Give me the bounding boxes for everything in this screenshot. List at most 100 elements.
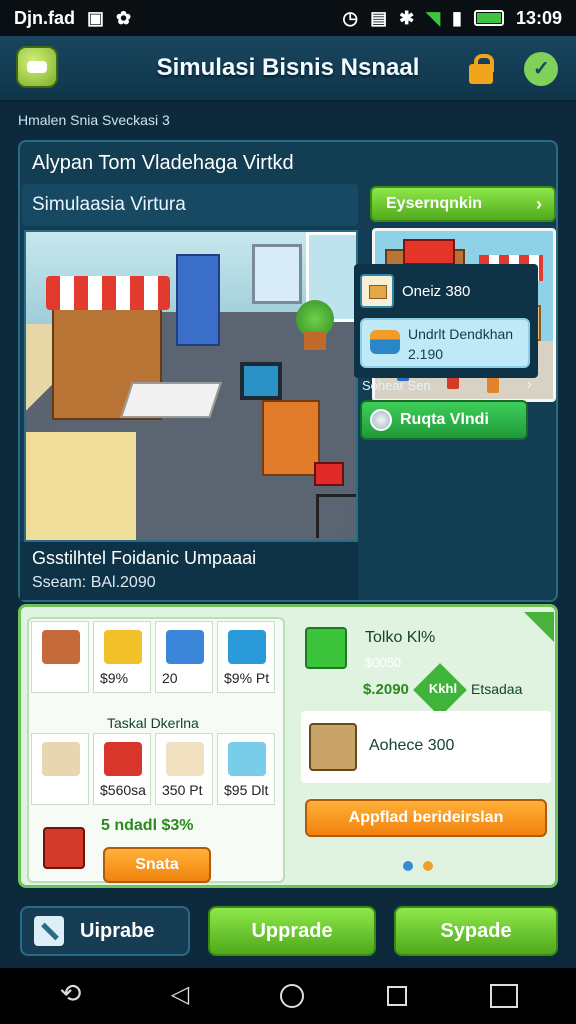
crate-icon [305,627,347,669]
shop-tile[interactable]: 350 Pt [155,733,213,805]
shop-tile[interactable]: 20 [155,621,213,693]
store-scene-image[interactable] [24,230,358,542]
panel-subheading: Simulaasia Virtura [32,194,186,215]
app-logo[interactable] [16,46,58,88]
chevron-right-icon: › [526,376,532,393]
cart-icon [314,462,344,486]
pager-dot[interactable] [423,861,433,871]
cart-box-icon [309,723,357,771]
apply-button[interactable]: Appflad berideirslan [305,799,547,837]
wall-screen [252,244,302,304]
upgrade-button[interactable]: Upprade [208,906,376,956]
shop-building-icon [42,742,80,776]
wifi-icon: ◥ [426,7,441,28]
scene-caption-title: Gsstilhtel Foidanic Umpaaai [32,548,257,568]
offer-old-price: $0050 [365,655,402,670]
scene-caption-sub: Sseam: BAl.2090 [32,574,156,591]
bundle-label: 5 ndadl $3% [101,817,194,834]
upgrade-tools-button[interactable]: Uiprabe [20,906,190,956]
pager-dot-active[interactable] [403,861,413,871]
bundle-buy-button[interactable]: Snata [103,847,211,883]
stat-row: Oneiz 380 [360,272,532,310]
image-icon: ▣ [87,7,105,28]
gear-icon: ✿ [116,7,132,28]
app-header: Simulasi Bisnis Nsnaal [0,36,576,102]
chat-icon[interactable] [524,52,558,86]
corner-tag-icon [524,612,554,642]
stair-rail [316,494,356,538]
shop-tile-label: $9% [100,670,129,686]
shop-tile-label: $560sa [100,782,146,798]
system-nav-bar [0,968,576,1024]
shop-tile-label: $95 Dlt [224,782,269,798]
side-action-label: Ruqta Vlndi [400,411,489,428]
side-action-button[interactable]: Ruqta Vlndi [360,400,528,440]
offer-title: Tolko Kl% [365,629,436,646]
signal-icon: ▮ [452,7,462,28]
upgrade-tools-label: Uiprabe [80,919,155,942]
checkout-counter [120,382,222,418]
shelf-unit [176,254,220,346]
bottom-actions: Uiprabe Upprade Sypade [0,900,576,960]
preview-sign [403,239,455,265]
kiosk [262,400,320,476]
shop-tile[interactable]: $560sa [93,733,151,805]
shop-tile[interactable]: $9% Pt [217,621,275,693]
page-title: Simulasi Bisnis Nsnaal [156,54,420,81]
battery-icon [473,10,504,26]
offer-card[interactable]: Tolko Kl% $0050 $.2090 Kkhl Etsadaa [299,612,554,717]
explore-button[interactable]: Eysernqnkin › [370,186,556,222]
nfc-icon: ▤ [370,7,388,28]
panel-heading: Alypan Tom Vladehaga Virtkd [32,152,294,174]
offer-item[interactable]: Aohece 300 [301,711,551,783]
shop-tile[interactable] [31,621,89,693]
back-icon[interactable] [169,980,197,1010]
stat-card[interactable]: Undrlt Dendkhan 2.190 [360,318,530,368]
stats-panel: Oneiz 380 Undrlt Dendkhan 2.190 [354,264,538,378]
sync-button[interactable]: Sypade [394,906,558,956]
side-link-label: Sohear Sen [362,378,431,393]
shop-grid: $9% 20 $9% Pt Taskal Dkerlna $560sa 350 … [27,617,285,883]
basket-icon [370,330,400,354]
shop-tile-label: $9% Pt [224,670,270,686]
status-left-text: Djn.fad [14,7,75,28]
stat-card-value: 2.190 [408,346,444,362]
stat-value: Oneiz 380 [402,282,471,300]
rotate-icon[interactable] [58,978,86,1010]
produce-cart-icon [104,742,142,776]
shop-tile[interactable]: $9% [93,621,151,693]
breadcrumb: Hmalen Snia Sveckasi 3 [18,112,170,128]
alarm-icon: ◷ [342,7,359,28]
lock-icon[interactable] [464,52,498,86]
scene-sand [26,432,136,540]
wrench-icon [34,916,64,946]
chevron-right-icon: › [536,194,542,214]
vibrate-icon: ✱ [399,7,415,28]
shop-section-title: Taskal Dkerlna [107,715,199,731]
shop-tile[interactable]: $95 Dlt [217,733,275,805]
offer-badge-label: Kkhl [428,681,458,696]
shop-tile-label: 20 [162,670,178,686]
stall-awning [46,276,170,310]
produce-crate-icon [228,630,266,664]
box-icon [360,274,394,308]
status-bar: Djn.fad ▣ ✿ ◷ ▤ ✱ ◥ ▮ 13:09 [0,0,576,36]
shop-tile-label: 350 Pt [162,782,203,798]
shop-tile[interactable] [31,733,89,805]
fruit-basket-icon [104,630,142,664]
keyboard-icon[interactable] [490,984,519,1008]
clock: 13:09 [515,7,562,28]
orb-icon [370,409,392,431]
side-link[interactable]: Sohear Sen › [362,376,538,393]
offer-price: $.2090 [363,681,409,698]
scene-caption: Gsstilhtel Foidanic Umpaaai Sseam: BAl.2… [20,542,358,600]
recents-icon[interactable] [387,986,408,1006]
offer-unit: Etsadaa [471,681,523,697]
shop-panel: $9% 20 $9% Pt Taskal Dkerlna $560sa 350 … [18,604,558,888]
cake-icon [166,742,204,776]
shop-house-icon [42,630,80,664]
gift-box-icon [43,827,85,869]
plant-pot [304,332,326,350]
home-icon[interactable] [279,984,304,1008]
basket-icon [166,630,204,664]
